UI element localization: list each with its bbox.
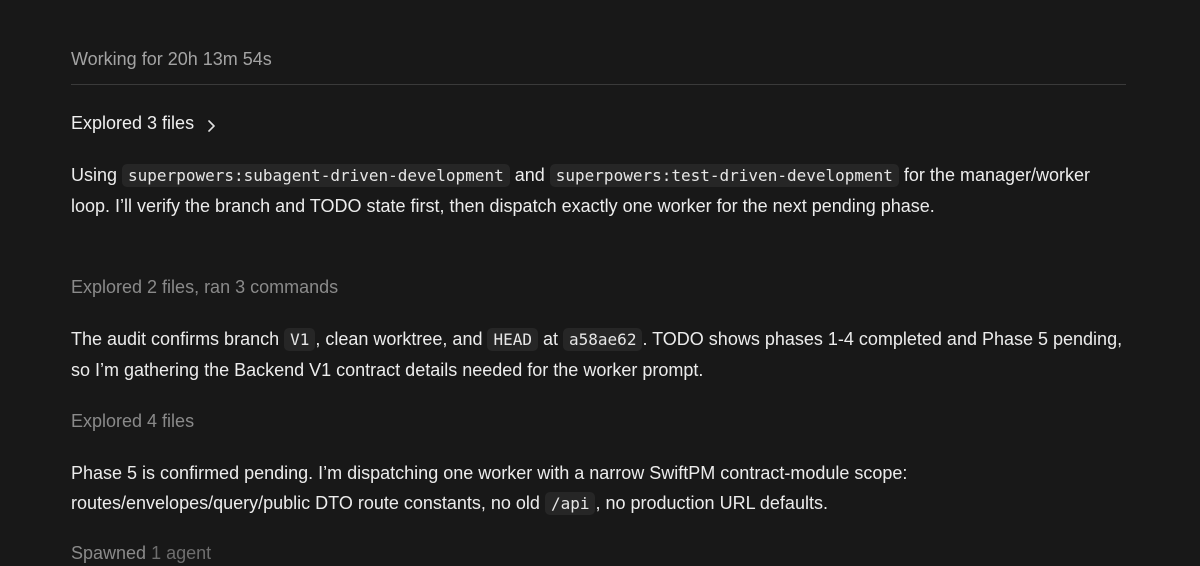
assistant-message-1: Using superpowers:subagent-driven-develo…: [71, 160, 1131, 221]
inline-code: a58ae62: [563, 328, 643, 351]
inline-code: superpowers:test-driven-development: [549, 164, 899, 187]
chevron-right-icon: [204, 115, 220, 132]
explored-files-toggle[interactable]: Explored 3 files: [71, 110, 220, 136]
spawned-count: 1 agent: [146, 543, 212, 563]
assistant-message-3: Phase 5 is confirmed pending. I’m dispat…: [71, 458, 1131, 519]
spawned-agents-summary[interactable]: Spawned 1 agent: [71, 540, 211, 566]
inline-code: HEAD: [487, 328, 538, 351]
explored-summary-1[interactable]: Explored 2 files, ran 3 commands: [71, 274, 338, 300]
spawned-label: Spawned: [71, 543, 147, 563]
divider: [71, 84, 1126, 85]
inline-code: V1: [284, 328, 316, 351]
message-text: , clean worktree, and: [315, 329, 488, 349]
message-text: The audit confirms branch: [71, 329, 285, 349]
explored-files-label: Explored 3 files: [71, 113, 195, 133]
message-text: Using: [71, 165, 123, 185]
working-status: Working for 20h 13m 54s: [71, 49, 272, 69]
inline-code: superpowers:subagent-driven-development: [122, 164, 510, 187]
message-text: and: [509, 165, 550, 185]
inline-code: /api: [544, 492, 596, 515]
assistant-message-2: The audit confirms branch V1, clean work…: [71, 324, 1131, 385]
message-text: at: [538, 329, 564, 349]
explored-summary-2[interactable]: Explored 4 files: [71, 408, 194, 434]
message-text: , no production URL defaults.: [595, 493, 828, 513]
